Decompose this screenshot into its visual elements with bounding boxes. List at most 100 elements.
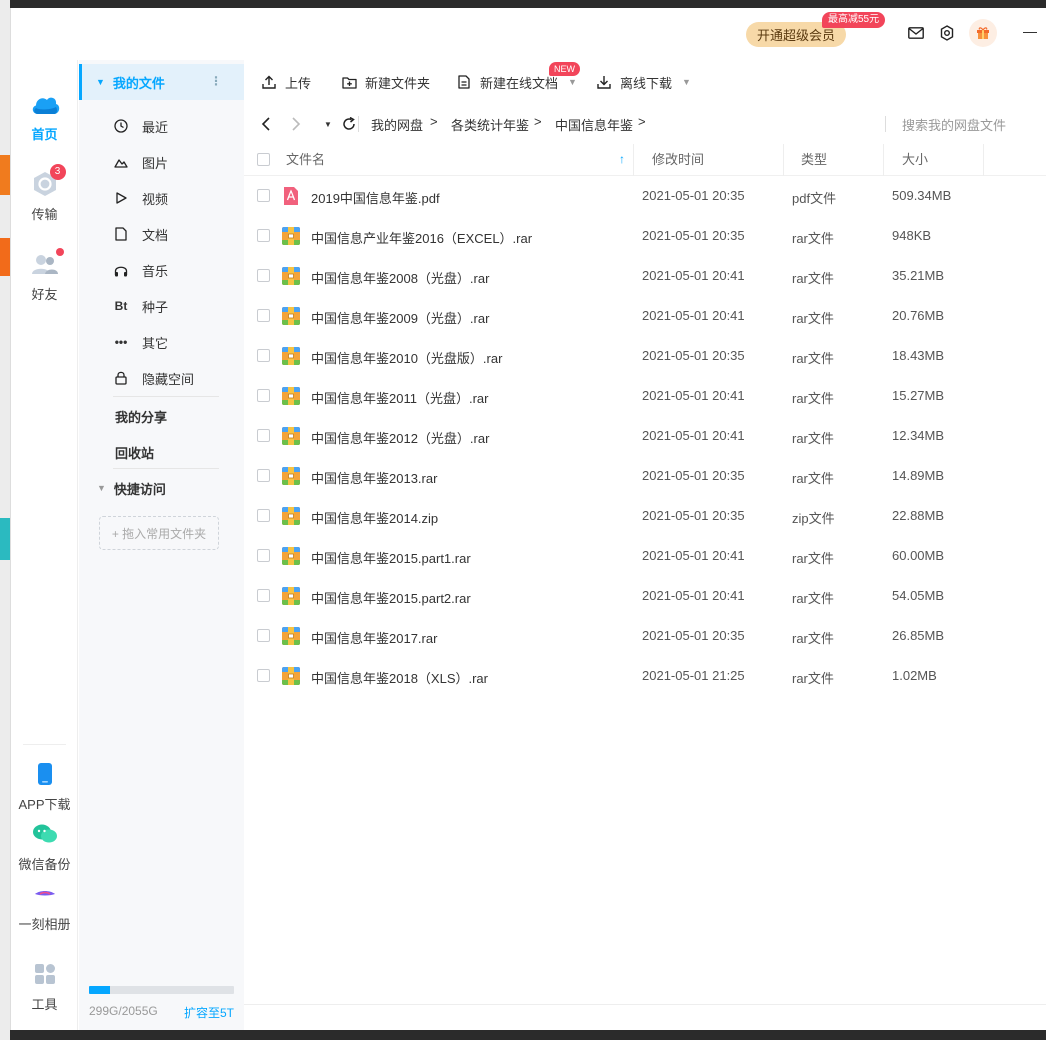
row-checkbox[interactable] <box>257 509 270 522</box>
chevron-down-icon[interactable]: ▼ <box>568 77 577 87</box>
file-name[interactable]: 中国信息产业年鉴2016（EXCEL）.rar <box>311 228 532 247</box>
row-checkbox[interactable] <box>257 189 270 202</box>
file-name[interactable]: 中国信息年鉴2008（光盘）.rar <box>311 268 489 287</box>
settings-icon[interactable] <box>936 22 958 44</box>
file-modified-time: 2021-05-01 20:35 <box>642 508 745 523</box>
more-vertical-icon[interactable]: ⋮ <box>210 74 222 88</box>
file-name[interactable]: 中国信息年鉴2010（光盘版）.rar <box>311 348 502 367</box>
file-row[interactable]: 中国信息年鉴2013.rar 2021-05-01 20:35 rar文件 14.89… <box>244 456 1046 496</box>
nav-recycle-bin[interactable]: 回收站 <box>115 434 154 470</box>
nav-item-hidden-space[interactable]: 隐藏空间 <box>113 360 233 396</box>
file-size: 22.88MB <box>892 508 945 523</box>
upload-button[interactable]: 上传 <box>261 72 311 92</box>
rail-transfer[interactable]: 3 传输 <box>11 164 78 223</box>
search-divider <box>885 116 886 132</box>
title-bar: 开通超级会员 最高减55元 <box>11 8 1046 60</box>
history-dropdown-icon[interactable]: ▼ <box>319 114 337 134</box>
nav-item-recent[interactable]: 最近 <box>113 108 233 144</box>
file-name[interactable]: 中国信息年鉴2011（光盘）.rar <box>311 388 488 407</box>
rail-friends[interactable]: 好友 <box>11 248 78 303</box>
quick-access-drop-zone[interactable]: + 拖入常用文件夹 <box>99 516 219 550</box>
nav-item-other[interactable]: ••• 其它 <box>113 324 233 360</box>
back-arrow-icon[interactable] <box>257 114 275 134</box>
breadcrumb-item[interactable]: 各类统计年鉴 <box>451 115 529 134</box>
archive-file-icon <box>281 386 301 406</box>
file-row[interactable]: 中国信息产业年鉴2016（EXCEL）.rar 2021-05-01 20:35 r… <box>244 216 1046 256</box>
nav-my-files-label: 我的文件 <box>112 75 165 91</box>
rail-tools[interactable]: 工具 <box>11 960 78 1013</box>
file-row[interactable]: 中国信息年鉴2017.rar 2021-05-01 20:35 rar文件 26.85… <box>244 616 1046 656</box>
row-checkbox[interactable] <box>257 309 270 322</box>
file-row[interactable]: 中国信息年鉴2009（光盘）.rar 2021-05-01 20:41 rar文件 2… <box>244 296 1046 336</box>
breadcrumb-item[interactable]: 我的网盘 <box>371 115 423 134</box>
file-row[interactable]: 中国信息年鉴2011（光盘）.rar 2021-05-01 20:41 rar文件 1… <box>244 376 1046 416</box>
file-name[interactable]: 中国信息年鉴2015.part1.rar <box>311 548 471 567</box>
row-checkbox[interactable] <box>257 589 270 602</box>
file-name[interactable]: 2019中国信息年鉴.pdf <box>311 188 440 207</box>
row-checkbox[interactable] <box>257 669 270 682</box>
minimize-icon[interactable] <box>1023 32 1037 33</box>
file-row[interactable]: 中国信息年鉴2014.zip 2021-05-01 20:35 zip文件 22.88… <box>244 496 1046 536</box>
nav-item-music[interactable]: 音乐 <box>113 252 233 288</box>
nav-quick-access[interactable]: ▼ 快捷访问 <box>97 470 166 506</box>
file-name[interactable]: 中国信息年鉴2013.rar <box>311 468 437 487</box>
file-name[interactable]: 中国信息年鉴2017.rar <box>311 628 437 647</box>
rail-album[interactable]: 一刻相册 <box>11 880 78 933</box>
chevron-down-icon[interactable]: ▼ <box>682 77 691 87</box>
search-input[interactable]: 搜索我的网盘文件 <box>902 115 1006 134</box>
file-modified-time: 2021-05-01 20:41 <box>642 428 745 443</box>
file-name[interactable]: 中国信息年鉴2014.zip <box>311 508 438 527</box>
mail-icon[interactable] <box>905 22 927 44</box>
nav-item-images[interactable]: 图片 <box>113 144 233 180</box>
sort-ascending-icon[interactable]: ↑ <box>619 152 625 166</box>
file-row[interactable]: 中国信息年鉴2015.part2.rar 2021-05-01 20:41 rar文… <box>244 576 1046 616</box>
row-checkbox[interactable] <box>257 549 270 562</box>
row-checkbox[interactable] <box>257 469 270 482</box>
file-row[interactable]: 中国信息年鉴2008（光盘）.rar 2021-05-01 20:41 rar文件 3… <box>244 256 1046 296</box>
file-row[interactable]: 中国信息年鉴2015.part1.rar 2021-05-01 20:41 rar文… <box>244 536 1046 576</box>
new-folder-button[interactable]: 新建文件夹 <box>341 72 430 92</box>
file-row[interactable]: 中国信息年鉴2012（光盘）.rar 2021-05-01 20:41 rar文件 1… <box>244 416 1046 456</box>
select-all-checkbox[interactable] <box>257 153 270 166</box>
column-header-type[interactable]: 类型 <box>793 144 827 176</box>
nav-item-documents[interactable]: 文档 <box>113 216 233 252</box>
row-checkbox[interactable] <box>257 349 270 362</box>
nav-item-torrents[interactable]: Bt 种子 <box>113 288 233 324</box>
row-checkbox[interactable] <box>257 429 270 442</box>
clock-icon <box>113 118 129 134</box>
row-checkbox[interactable] <box>257 389 270 402</box>
file-row[interactable]: 2019中国信息年鉴.pdf 2021-05-01 20:35 pdf文件 509.3… <box>244 176 1046 216</box>
archive-file-icon <box>281 226 301 246</box>
nav-item-videos[interactable]: 视频 <box>113 180 233 216</box>
nav-my-files[interactable]: ▼ 我的文件 ⋮ <box>79 64 244 100</box>
rail-wechat-backup[interactable]: 微信备份 <box>11 820 78 873</box>
forward-arrow-icon[interactable] <box>287 114 305 134</box>
gift-icon[interactable] <box>969 19 997 47</box>
file-row[interactable]: 中国信息年鉴2018（XLS）.rar 2021-05-01 21:25 rar文件… <box>244 656 1046 696</box>
refresh-icon[interactable] <box>340 114 358 134</box>
rail-app-download-label: APP下载 <box>18 797 71 812</box>
cloud-icon <box>30 90 60 118</box>
transfer-icon: 3 <box>30 164 66 198</box>
nav-my-share[interactable]: 我的分享 <box>115 398 167 434</box>
file-name[interactable]: 中国信息年鉴2018（XLS）.rar <box>311 668 488 687</box>
row-checkbox[interactable] <box>257 629 270 642</box>
expand-storage-link[interactable]: 扩容至5T <box>184 1004 234 1021</box>
column-header-name[interactable]: 文件名 <box>278 144 633 176</box>
file-row[interactable]: 中国信息年鉴2010（光盘版）.rar 2021-05-01 20:35 rar文件… <box>244 336 1046 376</box>
breadcrumb-separator: > <box>534 114 542 129</box>
row-checkbox[interactable] <box>257 269 270 282</box>
file-name[interactable]: 中国信息年鉴2012（光盘）.rar <box>311 428 489 447</box>
breadcrumb-item[interactable]: 中国信息年鉴 <box>555 115 633 134</box>
rail-app-download[interactable]: APP下载 <box>11 760 78 813</box>
rail-home-label: 首页 <box>31 127 58 142</box>
offline-download-button[interactable]: 离线下载 ▼ <box>596 72 691 92</box>
column-header-modified[interactable]: 修改时间 <box>644 144 704 176</box>
file-name[interactable]: 中国信息年鉴2009（光盘）.rar <box>311 308 489 327</box>
file-name[interactable]: 中国信息年鉴2015.part2.rar <box>311 588 471 607</box>
file-type: rar文件 <box>792 591 834 606</box>
column-header-size[interactable]: 大小 <box>894 144 928 176</box>
rail-home[interactable]: 首页 <box>11 90 78 143</box>
nav-item-label: 隐藏空间 <box>142 371 195 387</box>
row-checkbox[interactable] <box>257 229 270 242</box>
